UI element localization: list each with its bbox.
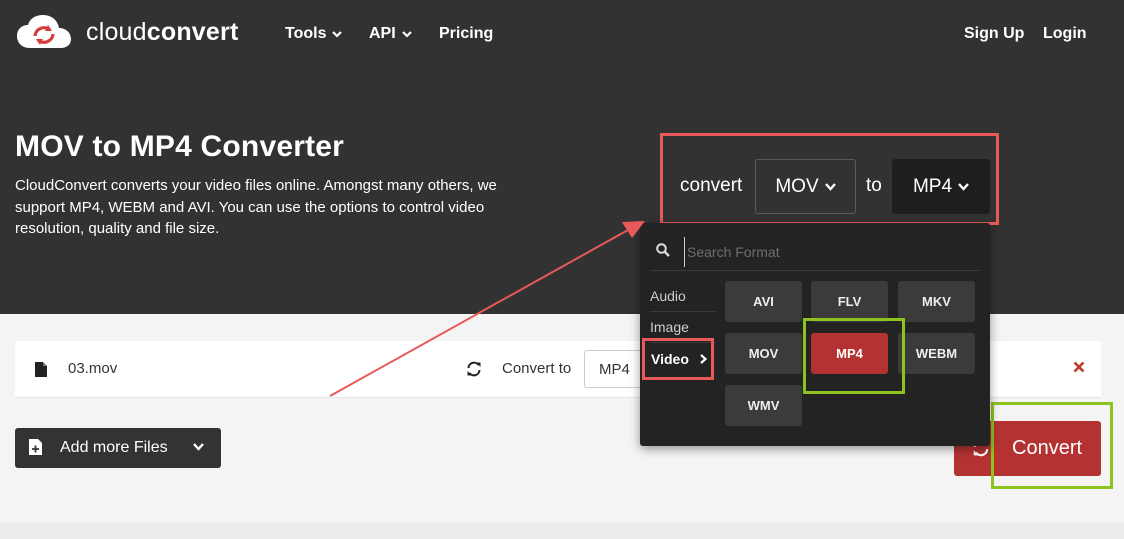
to-format-select[interactable]: MP4: [892, 159, 990, 214]
category-video[interactable]: Video: [642, 338, 714, 380]
brand-name: cloudconvert: [86, 18, 238, 47]
page-title: MOV to MP4 Converter: [15, 130, 345, 163]
nav-tools-label: Tools: [285, 25, 327, 42]
from-format-select[interactable]: MOV: [755, 159, 856, 214]
chevron-down-icon: [193, 443, 204, 451]
chevron-down-icon: [958, 182, 969, 191]
refresh-icon[interactable]: [466, 361, 482, 377]
search-divider: [650, 270, 980, 271]
page-description: CloudConvert converts your video files o…: [15, 177, 497, 237]
nav-pricing[interactable]: Pricing: [439, 25, 493, 43]
footer-strip: [0, 523, 1124, 539]
chevron-down-icon: [332, 30, 343, 38]
nav-api[interactable]: API: [369, 25, 412, 43]
add-more-files-label: Add more Files: [60, 439, 168, 456]
target-format-value: MP4: [599, 361, 630, 378]
category-audio[interactable]: Audio: [650, 288, 686, 304]
convert-to-label: Convert to: [502, 360, 572, 377]
brand-name-light: cloud: [86, 17, 147, 46]
format-flv[interactable]: FLV: [811, 281, 888, 322]
brand-name-bold: convert: [146, 17, 239, 46]
cloud-logo-icon: [17, 15, 71, 48]
chevron-down-icon: [824, 182, 836, 191]
chevron-down-icon: [401, 30, 412, 38]
convert-word: convert: [680, 175, 743, 196]
nav-api-label: API: [369, 25, 396, 42]
format-dropdown: Audio Image Video AVI FLV MKV MOV MP4 WE…: [640, 223, 990, 446]
category-video-label: Video: [651, 351, 689, 367]
file-icon: [35, 362, 47, 377]
search-format-input[interactable]: [684, 237, 980, 267]
chevron-right-icon: [700, 354, 707, 364]
nav-login-label: Login: [1043, 25, 1087, 42]
search-icon: [656, 243, 670, 257]
nav-sign-up-label: Sign Up: [964, 25, 1025, 42]
format-mov[interactable]: MOV: [725, 333, 802, 374]
format-mkv[interactable]: MKV: [898, 281, 975, 322]
format-wmv[interactable]: WMV: [725, 385, 802, 426]
to-word: to: [866, 175, 882, 196]
convert-button-label: Convert: [1012, 437, 1083, 459]
category-divider: [650, 311, 716, 312]
format-webm[interactable]: WEBM: [898, 333, 975, 374]
nav-login[interactable]: Login: [1043, 25, 1087, 43]
nav-pricing-label: Pricing: [439, 25, 494, 42]
target-format-select[interactable]: MP4: [584, 350, 644, 388]
to-format-label: MP4: [912, 175, 953, 197]
logo[interactable]: cloudconvert: [16, 14, 238, 50]
add-more-files-button[interactable]: Add more Files: [15, 428, 221, 468]
format-avi[interactable]: AVI: [725, 281, 802, 322]
close-icon[interactable]: [1073, 361, 1085, 373]
nav-tools[interactable]: Tools: [285, 25, 343, 43]
file-plus-icon: [29, 439, 42, 455]
nav-sign-up[interactable]: Sign Up: [964, 25, 1024, 43]
file-name: 03.mov: [68, 360, 118, 377]
from-format-label: MOV: [775, 175, 819, 197]
format-mp4[interactable]: MP4: [811, 333, 888, 374]
category-image[interactable]: Image: [650, 319, 689, 335]
